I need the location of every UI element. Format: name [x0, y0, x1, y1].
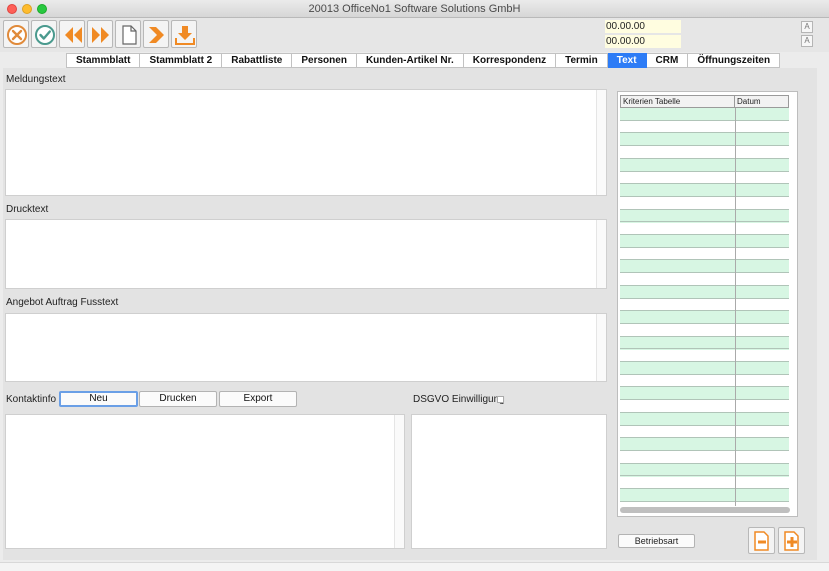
fusstext-textarea[interactable]	[5, 313, 607, 382]
fusstext-label: Angebot Auftrag Fusstext	[6, 297, 119, 308]
dsgvo-label: DSGVO Einwilligung	[413, 394, 505, 405]
dsgvo-textarea[interactable]	[411, 414, 607, 549]
date-field-1[interactable]: 00.00.00	[605, 20, 681, 33]
drucktext-label: Drucktext	[6, 204, 49, 215]
tab-termin[interactable]: Termin	[556, 53, 608, 68]
cancel-button[interactable]	[3, 20, 29, 48]
previous-record-button[interactable]	[87, 20, 113, 48]
tab-kunden-artikel-nr[interactable]: Kunden-Artikel Nr.	[356, 53, 464, 68]
font-smaller-icon: A	[804, 36, 810, 45]
window-title: 20013 OfficeNo1 Software Solutions GmbH	[308, 3, 521, 15]
status-bar	[0, 562, 829, 571]
criteria-table[interactable]: Kriterien Tabelle Datum	[617, 91, 798, 517]
first-record-icon	[65, 27, 82, 43]
confirm-button[interactable]	[31, 20, 57, 48]
meldungstext-label: Meldungstext	[6, 74, 66, 85]
meldungstext-scrollbar[interactable]	[596, 90, 606, 195]
table-row[interactable]	[620, 502, 789, 506]
cancel-icon	[7, 25, 27, 45]
font-smaller-button[interactable]: A	[801, 35, 813, 47]
criteria-table-hscroll[interactable]	[620, 507, 790, 513]
font-larger-button[interactable]: A	[801, 21, 813, 33]
tab-personen[interactable]: Personen	[292, 53, 357, 68]
remove-entry-button[interactable]	[748, 527, 775, 554]
new-document-icon	[122, 25, 137, 45]
tab-crm[interactable]: CRM	[646, 53, 689, 68]
new-document-button[interactable]	[115, 20, 141, 48]
tab-stammblatt-2[interactable]: Stammblatt 2	[140, 53, 223, 68]
font-larger-icon: A	[804, 22, 810, 31]
download-icon	[175, 26, 195, 45]
tab-bar: Stammblatt Stammblatt 2 Rabattliste Pers…	[66, 53, 781, 68]
kontaktinfo-list[interactable]	[5, 414, 405, 549]
document-minus-icon	[754, 531, 769, 551]
kontaktinfo-label: Kontaktinfo	[6, 394, 57, 405]
drucktext-textarea[interactable]	[5, 219, 607, 289]
betriebsart-button[interactable]: Betriebsart	[618, 534, 695, 548]
tab-text[interactable]: Text	[607, 53, 647, 68]
tab-rabattliste[interactable]: Rabattliste	[222, 53, 293, 68]
first-record-button[interactable]	[59, 20, 85, 48]
drucken-button[interactable]: Drucken	[139, 391, 217, 407]
tab-oeffnungszeiten[interactable]: Öffnungszeiten	[688, 53, 781, 68]
previous-record-icon	[92, 27, 109, 43]
add-entry-button[interactable]	[778, 527, 805, 554]
tab-stammblatt[interactable]: Stammblatt	[66, 53, 141, 68]
tab-korrespondenz[interactable]: Korrespondenz	[463, 53, 557, 68]
column-divider	[735, 108, 736, 506]
date-field-2[interactable]: 00.00.00	[605, 35, 681, 48]
fusstext-scrollbar[interactable]	[596, 314, 606, 381]
toolbar: 00.00.00 00.00.00 A A	[0, 18, 829, 52]
column-header-kriterien[interactable]: Kriterien Tabelle	[620, 95, 735, 108]
confirm-icon	[35, 25, 55, 45]
dsgvo-checkbox[interactable]	[497, 396, 504, 403]
window-titlebar: 20013 OfficeNo1 Software Solutions GmbH	[0, 0, 829, 18]
drucktext-scrollbar[interactable]	[596, 220, 606, 288]
download-button[interactable]	[171, 20, 197, 48]
meldungstext-textarea[interactable]	[5, 89, 607, 196]
export-button[interactable]: Export	[219, 391, 297, 407]
next-record-icon	[149, 27, 164, 43]
criteria-table-header: Kriterien Tabelle Datum	[620, 95, 789, 108]
kontaktinfo-scrollbar[interactable]	[394, 415, 404, 548]
document-plus-icon	[784, 531, 799, 551]
criteria-table-body[interactable]	[620, 108, 789, 506]
column-header-datum[interactable]: Datum	[735, 95, 789, 108]
next-record-button[interactable]	[143, 20, 169, 48]
neu-button[interactable]: Neu	[59, 391, 138, 407]
